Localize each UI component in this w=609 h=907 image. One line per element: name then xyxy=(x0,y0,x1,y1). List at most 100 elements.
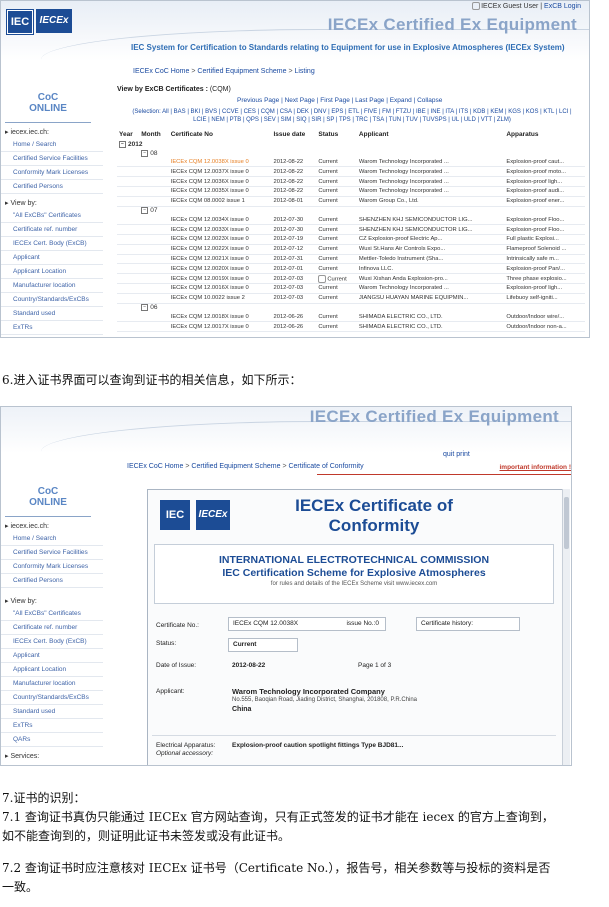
sidebar-item[interactable]: Certified Service Facilities xyxy=(1,546,103,560)
month-group[interactable]: −06 xyxy=(139,303,585,312)
sidebar-item[interactable]: "All ExCBs" Certificates xyxy=(1,209,103,223)
sidebar-item[interactable]: Standard used xyxy=(1,307,103,321)
certificate-link[interactable]: IECEx CQM 12.0022X issue 0 xyxy=(168,244,272,255)
certificate-link[interactable]: IECEx CQM 12.0036X issue 0 xyxy=(168,176,272,187)
sidebar-item[interactable]: Certificate ref. number xyxy=(1,621,103,635)
excb-selection[interactable]: (Selection: All | BAS | BKI | BVS | CCVE… xyxy=(117,108,587,124)
certificate-link[interactable]: IECEx CQM 08.0002 issue 1 xyxy=(168,196,272,207)
status-cell: Current xyxy=(316,321,357,332)
iec-logo[interactable]: IEC xyxy=(6,9,34,35)
certificate-link[interactable]: IECEx CQM 12.0018X issue 0 xyxy=(168,312,272,323)
sidebar-item[interactable]: Conformity Mark Licenses xyxy=(1,166,103,180)
certificate-link[interactable]: IECEx CQM 12.0034X issue 0 xyxy=(168,215,272,226)
sidebar-item[interactable]: Certified Persons xyxy=(1,180,103,194)
table-row[interactable]: IECEx CQM 10.0022 issue 2 2012-07-03 Curre… xyxy=(117,293,585,304)
sidebar-item[interactable]: Certificate ref. number xyxy=(1,223,103,237)
status-text: Current xyxy=(327,276,347,283)
breadcrumb-home-link[interactable]: IECEx CoC Home xyxy=(127,463,183,470)
collapse-toggle[interactable]: − xyxy=(119,140,126,148)
breadcrumb-scheme-link[interactable]: Certified Equipment Scheme xyxy=(197,68,286,75)
year-label: 2012 xyxy=(128,141,143,148)
table-row[interactable]: IECEx CQM 12.0033X issue 0 2012-07-30 Curr… xyxy=(117,224,585,235)
breadcrumb-home-link[interactable]: IECEx CoC Home xyxy=(133,68,189,75)
collapse-toggle[interactable]: − xyxy=(141,207,149,215)
breadcrumb-scheme-link[interactable]: Certified Equipment Scheme xyxy=(191,463,280,470)
excb-login-link[interactable]: ExCB Login xyxy=(544,3,581,10)
table-row[interactable]: IECEx CQM 12.0017X issue 0 2012-06-26 Curr… xyxy=(117,321,585,332)
table-row[interactable]: IECEx CQM 12.0034X issue 0 2012-07-30 Curr… xyxy=(117,215,585,226)
important-information-link[interactable]: important information ! xyxy=(500,464,572,471)
sidebar-item[interactable]: Country/Standards/ExCBs xyxy=(1,293,103,307)
status-cell: Current xyxy=(316,293,357,304)
sidebar-item[interactable]: Country/Standards/ExCBs xyxy=(1,691,103,705)
applicant-cell: Warom Technology Incorporated ... xyxy=(356,176,505,187)
scheme-rules-note: for rules and details of the IECEx Schem… xyxy=(270,581,438,587)
table-row[interactable]: IECEx CQM 12.0035X issue 0 2012-08-22 Curr… xyxy=(117,186,585,197)
column-header: Status xyxy=(318,130,339,138)
sidebar-item[interactable]: ExTRs xyxy=(1,719,103,733)
scrollbar-thumb[interactable] xyxy=(564,497,569,549)
month-group[interactable]: −08 xyxy=(139,149,585,158)
apparatus-cell: Explosion-proof ligh... xyxy=(504,176,585,187)
table-row[interactable]: IECEx CQM 12.0023X issue 0 2012-07-19 Curr… xyxy=(117,234,585,245)
sidebar-item[interactable]: "All ExCBs" Certificates xyxy=(1,607,103,621)
attachment-icon[interactable] xyxy=(318,274,327,283)
certificate-link[interactable]: IECEx CQM 12.0023X issue 0 xyxy=(168,234,272,245)
quit-print-links[interactable]: quit print xyxy=(443,451,470,458)
sidebar-item[interactable]: Home / Search xyxy=(1,532,103,546)
cert-history-field[interactable]: Certificate history: xyxy=(416,617,520,631)
table-row[interactable]: IECEx CQM 12.0019X issue 0 2012-07-03 Curr… xyxy=(117,273,585,284)
sidebar-item[interactable]: Applicant Location xyxy=(1,265,103,279)
collapse-toggle[interactable]: − xyxy=(141,149,149,157)
status-cell: Current xyxy=(316,254,357,265)
sidebar-item[interactable]: Applicant xyxy=(1,251,103,265)
commission-box: INTERNATIONAL ELECTROTECHNICAL COMMISSIO… xyxy=(154,544,554,604)
sidebar-item[interactable]: IECEx Cert. Body (ExCB) xyxy=(1,237,103,251)
status-text: Current xyxy=(318,255,338,262)
status-cell: Current xyxy=(316,186,357,197)
certificate-link[interactable]: IECEx CQM 12.0021X issue 0 xyxy=(168,254,272,265)
table-row[interactable]: IECEx CQM 12.0022X issue 0 2012-07-12 Curr… xyxy=(117,244,585,255)
table-row[interactable]: IECEx CQM 12.0021X issue 0 2012-07-31 Curr… xyxy=(117,254,585,265)
table-row[interactable]: IECEx CQM 12.0038X issue 0 2012-08-22 Curr… xyxy=(117,157,585,168)
issue-date: 2012-06-26 xyxy=(271,321,317,332)
sidebar-item[interactable]: Manufacturer location xyxy=(1,279,103,293)
iecex-logo[interactable]: IECEx xyxy=(36,9,72,33)
certificate-link[interactable]: IECEx CQM 10.0022 issue 2 xyxy=(168,293,272,304)
sidebar-item[interactable]: ExTRs xyxy=(1,321,103,335)
sidebar-item[interactable]: QARs xyxy=(1,733,103,747)
optional-accessory-label: Optional accessory: xyxy=(156,750,214,757)
table-row[interactable]: IECEx CQM 12.0018X issue 0 2012-06-26 Curr… xyxy=(117,312,585,323)
certificate-link[interactable]: IECEx CQM 12.0035X issue 0 xyxy=(168,186,272,197)
apparatus-cell: Explosion-proof Pan/... xyxy=(504,263,585,275)
table-row[interactable]: IECEx CQM 12.0037X issue 0 2012-08-22 Curr… xyxy=(117,166,585,178)
table-row[interactable]: IECEx CQM 12.0020X issue 0 2012-07-01 Curr… xyxy=(117,263,585,275)
table-row[interactable]: IECEx CQM 12.0016X issue 0 2012-07-03 Curr… xyxy=(117,283,585,294)
column-header: Applicant xyxy=(358,130,389,138)
certificate-link[interactable]: IECEx CQM 12.0033X issue 0 xyxy=(168,224,272,235)
certificate-link[interactable]: IECEx CQM 12.0037X issue 0 xyxy=(168,166,272,178)
certificate-link[interactable]: IECEx CQM 12.0017X issue 0 xyxy=(168,321,272,332)
sidebar-item[interactable]: IECEx Cert. Body (ExCB) xyxy=(1,635,103,649)
sidebar-item[interactable]: Manufacturer location xyxy=(1,677,103,691)
table-row[interactable]: IECEx CQM 12.0036X issue 0 2012-08-22 Curr… xyxy=(117,176,585,187)
sidebar-item[interactable]: Applicant Location xyxy=(1,663,103,677)
certificate-link[interactable]: IECEx CQM 12.0038X issue 0 xyxy=(168,157,272,168)
table-row[interactable]: IECEx CQM 08.0002 issue 1 2012-08-01 Curre… xyxy=(117,196,585,207)
sidebar-item[interactable]: QARs xyxy=(1,335,103,337)
year-group[interactable]: −2012 xyxy=(117,140,585,149)
document-scrollbar[interactable] xyxy=(562,489,570,765)
sidebar-item[interactable]: Certified Persons xyxy=(1,574,103,588)
sidebar-item[interactable]: Conformity Mark Licenses xyxy=(1,560,103,574)
certificate-link[interactable]: IECEx CQM 12.0019X issue 0 xyxy=(168,273,272,284)
sidebar-item[interactable]: Home / Search xyxy=(1,138,103,152)
pager-links[interactable]: Previous Page | Next Page | First Page |… xyxy=(237,97,442,104)
certificate-link[interactable]: IECEx CQM 12.0016X issue 0 xyxy=(168,283,272,294)
sidebar-item[interactable]: Applicant xyxy=(1,649,103,663)
collapse-toggle[interactable]: − xyxy=(141,304,149,312)
sidebar-item[interactable]: Standard used xyxy=(1,705,103,719)
certificate-link[interactable]: IECEx CQM 12.0020X issue 0 xyxy=(168,263,272,275)
sidebar-item[interactable]: Certified Service Facilities xyxy=(1,152,103,166)
sidebar-services-heading: ▸ Services: xyxy=(5,753,40,760)
month-group[interactable]: −07 xyxy=(139,206,585,215)
